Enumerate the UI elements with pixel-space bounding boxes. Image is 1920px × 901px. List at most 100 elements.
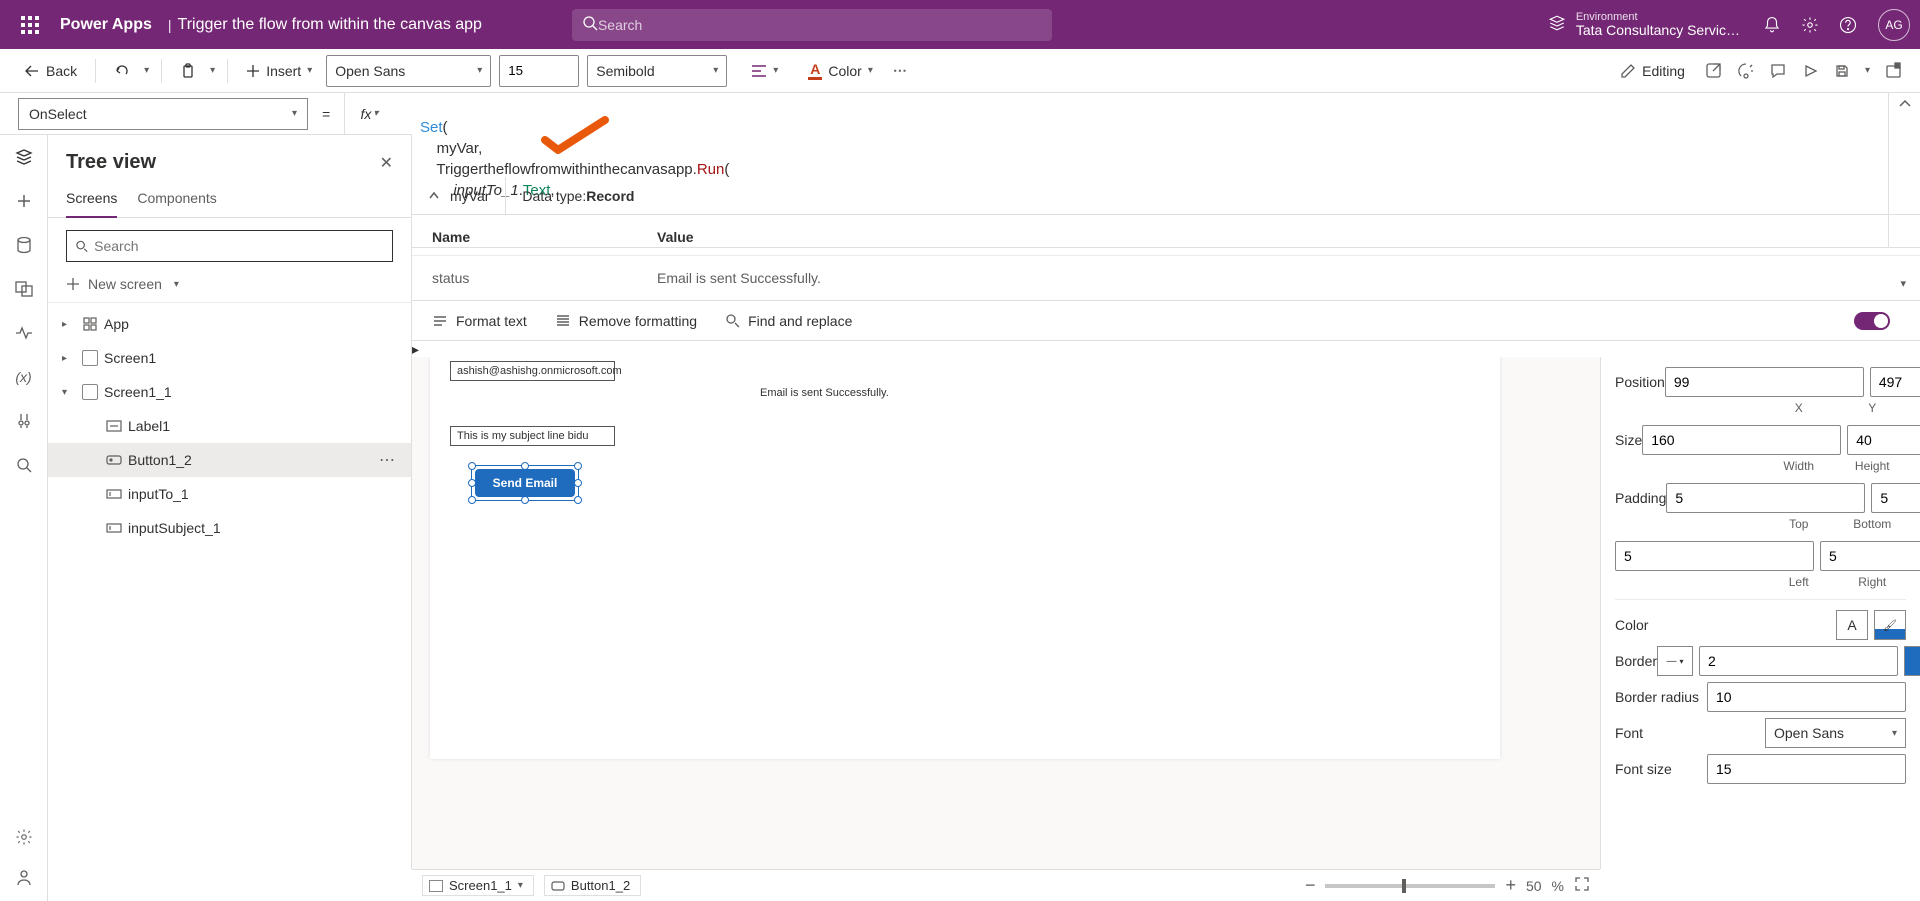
ellipsis-icon: ⋯ [893, 62, 909, 79]
sublabel-x: X [1765, 401, 1833, 415]
border-radius-input[interactable] [1707, 682, 1906, 712]
tree-item-button1-2[interactable]: Button1_2 ⋯ [48, 443, 411, 477]
app-checker-icon[interactable] [1737, 62, 1755, 80]
save-icon[interactable] [1833, 62, 1851, 80]
text-color-swatch[interactable]: A [1836, 610, 1868, 640]
breadcrumb-screen[interactable]: Screen1_1 ▾ [422, 875, 534, 896]
chevron-down-icon: ▾ [477, 65, 482, 76]
paste-dropdown-icon[interactable]: ▾ [210, 65, 215, 76]
tree-view-title: Tree view [66, 151, 380, 174]
help-icon[interactable] [1838, 15, 1858, 35]
notifications-icon[interactable] [1762, 15, 1782, 35]
close-icon[interactable]: ✕ [380, 153, 393, 173]
font-color-button[interactable]: A Color ▾ [802, 57, 879, 84]
align-button[interactable]: ▾ [745, 60, 784, 82]
font-family-select[interactable]: Open Sans ▾ [326, 55, 491, 87]
border-color-swatch[interactable] [1904, 646, 1920, 676]
collapse-icon[interactable]: ▾ [62, 387, 76, 398]
save-dropdown-icon[interactable]: ▾ [1865, 65, 1870, 76]
tree-item-inputto[interactable]: inputTo_1 [48, 477, 411, 511]
more-commands[interactable]: ⋯ [887, 58, 915, 83]
tree-item-label1[interactable]: Label1 [48, 409, 411, 443]
font-size-prop-input[interactable] [1707, 754, 1906, 784]
fx-button[interactable]: fx ▾ [344, 93, 394, 134]
data-icon[interactable] [14, 235, 34, 255]
tree-item-screen1-1[interactable]: ▾ Screen1_1 [48, 375, 411, 409]
settings-icon[interactable] [1800, 15, 1820, 35]
comments-icon[interactable] [1769, 62, 1787, 80]
undo-dropdown-icon[interactable]: ▾ [144, 65, 149, 76]
height-input[interactable] [1847, 425, 1920, 455]
canvas-input-subject[interactable]: This is my subject line bidu [450, 426, 615, 446]
paste-button[interactable] [174, 59, 202, 83]
tab-screens[interactable]: Screens [66, 182, 117, 218]
position-y-input[interactable] [1870, 367, 1920, 397]
canvas-send-email-button[interactable]: Send Email [475, 469, 575, 497]
padding-top-input[interactable] [1666, 483, 1865, 513]
undo-button[interactable] [108, 59, 136, 83]
canvas-input-to[interactable]: ashish@ashishg.onmicrosoft.com [450, 361, 615, 381]
preview-icon[interactable] [1801, 62, 1819, 80]
search-icon [582, 15, 598, 34]
tree-view-icon[interactable] [14, 147, 34, 167]
intellisense-toggle[interactable] [1854, 312, 1890, 330]
app-launcher-icon[interactable] [10, 0, 50, 49]
media-icon[interactable] [14, 279, 34, 299]
breadcrumb-button[interactable]: Button1_2 [544, 875, 641, 896]
border-width-input[interactable] [1699, 646, 1898, 676]
font-family-prop-select[interactable]: Open Sans ▾ [1765, 718, 1906, 748]
font-weight-select[interactable]: Semibold ▾ [587, 55, 727, 87]
table-row[interactable]: status Email is sent Successfully. [412, 256, 1920, 300]
zoom-out-button[interactable]: − [1305, 875, 1316, 896]
global-search[interactable] [572, 9, 1052, 41]
settings-rail-icon[interactable] [14, 827, 34, 847]
padding-right-input[interactable] [1820, 541, 1920, 571]
variables-icon[interactable]: (x) [14, 367, 34, 387]
share-icon[interactable] [1705, 62, 1723, 80]
power-automate-icon[interactable] [14, 323, 34, 343]
canvas[interactable]: ashish@ashishg.onmicrosoft.com Email is … [412, 357, 1600, 869]
canvas-status-label[interactable]: Email is sent Successfully. [760, 387, 889, 399]
environment-picker[interactable]: Environment Tata Consultancy Servic… [1548, 11, 1740, 38]
font-size-input[interactable] [499, 55, 579, 87]
chevron-down-icon: ▾ [713, 65, 718, 76]
search-input[interactable] [598, 17, 1042, 33]
property-select[interactable]: OnSelect ▾ [18, 98, 308, 130]
format-text-button[interactable]: Format text [432, 313, 527, 329]
advanced-tools-icon[interactable] [14, 411, 34, 431]
result-variable[interactable]: myVar [412, 188, 505, 204]
expand-icon[interactable]: ▸ [62, 353, 76, 364]
scroll-right-icon[interactable]: ▸ [412, 341, 1920, 358]
editing-mode-button[interactable]: Editing [1614, 59, 1691, 83]
canvas-screen[interactable]: ashish@ashishg.onmicrosoft.com Email is … [430, 357, 1500, 759]
position-x-input[interactable] [1665, 367, 1864, 397]
tree-item-inputsubject[interactable]: inputSubject_1 [48, 511, 411, 545]
padding-left-input[interactable] [1615, 541, 1814, 571]
find-replace-button[interactable]: Find and replace [725, 313, 852, 329]
virtual-agent-icon[interactable] [14, 867, 34, 887]
zoom-slider[interactable] [1325, 884, 1495, 888]
insert-icon[interactable] [14, 191, 34, 211]
new-screen-button[interactable]: New screen ▾ [48, 270, 411, 303]
publish-icon[interactable] [1884, 62, 1902, 80]
border-style-select[interactable]: — ▾ [1657, 646, 1693, 676]
tab-components[interactable]: Components [137, 182, 216, 217]
item-context-menu-icon[interactable]: ⋯ [379, 450, 397, 470]
zoom-in-button[interactable]: + [1505, 875, 1516, 896]
tree-item-screen1[interactable]: ▸ Screen1 [48, 341, 411, 375]
user-avatar[interactable]: AG [1878, 9, 1910, 41]
remove-formatting-button[interactable]: Remove formatting [555, 313, 697, 329]
search-rail-icon[interactable] [14, 455, 34, 475]
expand-icon[interactable]: ▸ [62, 319, 76, 330]
padding-bottom-input[interactable] [1871, 483, 1920, 513]
fit-to-screen-icon[interactable] [1574, 876, 1590, 895]
tree-item-app[interactable]: ▸ App [48, 307, 411, 341]
tree-search[interactable] [66, 230, 393, 262]
app-name[interactable]: Power Apps [50, 16, 162, 34]
fill-color-swatch[interactable]: 🖌 [1874, 610, 1906, 640]
tree-search-input[interactable] [94, 238, 384, 254]
insert-button[interactable]: Insert ▾ [240, 59, 318, 83]
expand-row-icon[interactable]: ▾ [1900, 277, 1906, 290]
back-button[interactable]: Back [18, 59, 83, 83]
width-input[interactable] [1642, 425, 1841, 455]
